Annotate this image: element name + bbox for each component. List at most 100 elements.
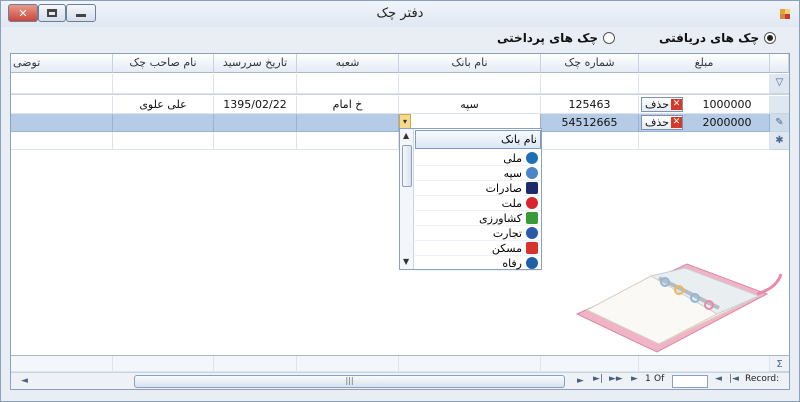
record-label: Record:	[745, 374, 780, 384]
first-page-icon[interactable]: |◄	[729, 374, 739, 384]
bank-option-label: صادرات	[485, 181, 522, 195]
bank-maskan-icon	[526, 242, 538, 254]
scroll-right-icon[interactable]: ►	[577, 376, 584, 386]
window-title: دفتر چک	[376, 6, 424, 21]
cell-branch[interactable]	[297, 114, 399, 132]
checks-grid: مبلغ شماره چک نام بانک شعبه تاریخ سررسید…	[10, 53, 790, 390]
column-header-amount[interactable]: مبلغ	[639, 54, 770, 73]
edit-row-indicator[interactable]: ✎	[770, 114, 789, 132]
cell-bank[interactable]: سپه	[399, 96, 541, 114]
cell-due-date[interactable]: 1395/02/22	[214, 96, 297, 114]
new-cell[interactable]	[11, 132, 113, 150]
table-row[interactable]: علی علوی 1395/02/22 خ امام سپه 125463 10…	[11, 96, 789, 114]
bank-option[interactable]: صادرات	[415, 181, 541, 196]
summary-cell	[541, 356, 639, 372]
new-cell[interactable]	[113, 132, 214, 150]
filter-cell[interactable]	[399, 74, 541, 94]
bank-refah-icon	[526, 257, 538, 269]
new-row-indicator[interactable]: ✱	[770, 132, 789, 150]
filter-cell[interactable]	[541, 74, 639, 94]
radio-received-checks[interactable]: چک های دریافتی	[659, 31, 777, 45]
cell-amount[interactable]: 1000000 ✕ حذف	[639, 96, 770, 114]
dropdown-scrollbar[interactable]: ▲ ▼	[400, 129, 414, 269]
delete-icon: ✕	[671, 99, 682, 110]
scroll-up-icon[interactable]: ▲	[403, 131, 409, 140]
minimize-button[interactable]	[66, 4, 96, 22]
cell-due-date[interactable]	[214, 114, 297, 132]
cell-owner[interactable]	[113, 114, 214, 132]
radio-dot-checked[interactable]	[764, 32, 777, 44]
scroll-left-icon[interactable]: ◄	[21, 376, 28, 386]
next-page-icon[interactable]: ►►	[609, 374, 623, 384]
bank-option-label: سپه	[503, 166, 522, 180]
cell-check-number[interactable]: 54512665	[541, 114, 639, 132]
delete-icon: ✕	[671, 117, 682, 128]
bank-option[interactable]: تجارت	[415, 226, 541, 241]
bank-option[interactable]: سپه	[415, 166, 541, 181]
bank-option-label: ملت	[501, 196, 522, 210]
cell-note[interactable]	[11, 96, 113, 114]
new-cell[interactable]	[297, 132, 399, 150]
column-header-check-number[interactable]: شماره چک	[541, 54, 639, 73]
column-header-due-date[interactable]: تاریخ سررسید	[214, 54, 297, 73]
delete-label: حذف	[645, 98, 669, 111]
radio-paid-label: چک های پرداختی	[497, 31, 599, 45]
filter-cell[interactable]	[11, 74, 113, 94]
dropdown-scroll-thumb[interactable]	[402, 145, 412, 187]
title-bar: دفتر چک ✕	[1, 1, 799, 27]
prev-record-icon[interactable]: ◄	[715, 374, 722, 384]
check-type-selector: چک های دریافتی چک های پرداختی	[1, 27, 799, 51]
dropdown-header: نام بانک	[415, 130, 541, 149]
cell-branch[interactable]: خ امام	[297, 96, 399, 114]
summary-icon: Σ	[770, 356, 789, 372]
bank-keshavarzi-icon	[526, 212, 538, 224]
bank-saderat-icon	[526, 182, 538, 194]
filter-cell[interactable]	[297, 74, 399, 94]
row-indicator[interactable]	[770, 96, 789, 114]
horizontal-scroll-thumb[interactable]: |||	[134, 375, 565, 388]
bank-option[interactable]: کشاورزی	[415, 211, 541, 226]
bank-option[interactable]: رفاه	[415, 256, 541, 271]
summary-cell	[399, 356, 541, 372]
column-header-owner[interactable]: نام صاحب چک	[113, 54, 214, 73]
bank-option-label: تجارت	[492, 226, 522, 240]
cell-amount[interactable]: 2000000 ✕ حذف	[639, 114, 770, 132]
new-cell[interactable]	[639, 132, 770, 150]
bank-dropdown[interactable]: ▲ ▼ نام بانک ملی سپه صادرات ملت کشاورزی …	[399, 128, 542, 271]
bank-option[interactable]: ملی	[415, 151, 541, 166]
next-record-icon[interactable]: ►	[631, 374, 638, 384]
column-header-note[interactable]: توضی	[11, 54, 113, 73]
app-icon	[780, 9, 790, 19]
indicator-header	[770, 54, 789, 73]
filter-icon[interactable]: ▽	[770, 74, 789, 94]
last-page-icon[interactable]: ►|	[593, 374, 603, 384]
cell-check-number[interactable]: 125463	[541, 96, 639, 114]
scroll-down-icon[interactable]: ▼	[403, 257, 409, 266]
delete-button[interactable]: ✕ حذف	[641, 115, 683, 130]
horizontal-scrollbar[interactable]: ◄ ||| ►	[21, 375, 584, 388]
close-button[interactable]: ✕	[8, 4, 38, 22]
page-number: 1	[645, 374, 651, 384]
cell-note[interactable]	[11, 114, 113, 132]
radio-paid-checks[interactable]: چک های پرداختی	[497, 31, 616, 45]
column-header-branch[interactable]: شعبه	[297, 54, 399, 73]
notebook-image	[575, 263, 783, 353]
filter-cell[interactable]	[113, 74, 214, 94]
filter-cell[interactable]	[639, 74, 770, 94]
new-cell[interactable]	[541, 132, 639, 150]
filter-cell[interactable]	[214, 74, 297, 94]
delete-button[interactable]: ✕ حذف	[641, 97, 683, 112]
radio-dot[interactable]	[603, 32, 616, 44]
maximize-icon	[47, 9, 57, 17]
amount-value: 1000000	[702, 98, 752, 111]
column-header-bank[interactable]: نام بانک	[399, 54, 541, 73]
cell-owner[interactable]: علی علوی	[113, 96, 214, 114]
delete-label: حذف	[645, 116, 669, 129]
maximize-button[interactable]	[38, 4, 66, 22]
new-cell[interactable]	[214, 132, 297, 150]
record-number-input[interactable]	[672, 375, 708, 388]
bank-sepah-icon	[526, 167, 538, 179]
amount-value: 2000000	[702, 116, 752, 129]
bank-option[interactable]: مسکن	[415, 241, 541, 256]
bank-option[interactable]: ملت	[415, 196, 541, 211]
